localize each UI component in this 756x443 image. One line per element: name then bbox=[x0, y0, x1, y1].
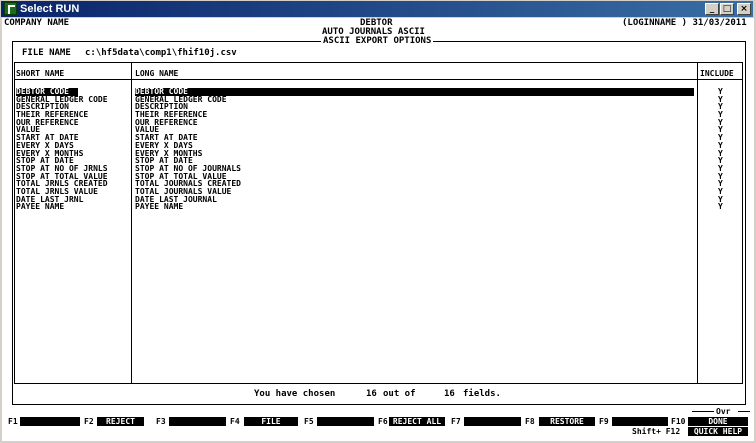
f7-button[interactable] bbox=[464, 417, 521, 426]
shift-f12-key-label: Shift+ F12 bbox=[632, 427, 681, 436]
fields-table bbox=[14, 62, 743, 384]
file-name-value[interactable]: c:\hf5data\comp1\fhif10j.csv bbox=[85, 49, 237, 58]
reject-button[interactable]: REJECT bbox=[97, 417, 144, 426]
total-count: 16 bbox=[444, 389, 455, 399]
summary-mid: out of bbox=[383, 389, 416, 399]
summary-divider bbox=[14, 383, 743, 384]
restore-button[interactable]: RESTORE bbox=[539, 417, 595, 426]
table-row-long[interactable]: PAYEE NAME bbox=[135, 203, 241, 211]
maximize-button[interactable]: □ bbox=[720, 3, 734, 15]
quick-help-button[interactable]: QUICK HELP bbox=[688, 427, 748, 436]
table-row-short[interactable]: PAYEE NAME bbox=[16, 203, 108, 211]
ovr-indicator: Ovr bbox=[716, 407, 731, 416]
ovr-line bbox=[738, 411, 750, 412]
f7-key-label: F7 bbox=[451, 417, 461, 426]
window-title: Select RUN bbox=[20, 3, 80, 15]
short-name-column: DEBTOR CODE GENERAL LEDGER CODE DESCRIPTIO… bbox=[16, 88, 108, 211]
summary-suffix: fields. bbox=[463, 389, 501, 399]
summary-prefix: You have chosen bbox=[254, 389, 336, 399]
f3-button[interactable] bbox=[169, 417, 226, 426]
frame-title: ASCII EXPORT OPTIONS bbox=[321, 36, 434, 46]
reject-all-button[interactable]: REJECT ALL bbox=[389, 417, 445, 426]
column-divider bbox=[697, 62, 698, 384]
minimize-button[interactable]: _ bbox=[705, 3, 719, 15]
column-header-long: LONG NAME bbox=[135, 69, 179, 78]
f5-button[interactable] bbox=[317, 417, 374, 426]
terminal-screen: COMPANY NAME DEBTOR (LOGINNAME ) 31/03/2… bbox=[2, 18, 754, 441]
header-divider bbox=[14, 79, 743, 80]
column-divider bbox=[131, 62, 132, 384]
column-header-include: INCLUDE bbox=[700, 69, 734, 78]
include-column: YYYYYYYYYYYYYYYY bbox=[718, 88, 723, 211]
f4-key-label: F4 bbox=[230, 417, 240, 426]
f3-key-label: F3 bbox=[156, 417, 166, 426]
f9-key-label: F9 bbox=[599, 417, 609, 426]
f1-button[interactable] bbox=[20, 417, 80, 426]
f2-key-label: F2 bbox=[84, 417, 94, 426]
column-header-short: SHORT NAME bbox=[16, 69, 65, 78]
app-icon bbox=[4, 2, 17, 15]
file-name-label: FILE NAME bbox=[22, 48, 71, 58]
close-button[interactable]: × bbox=[737, 3, 751, 15]
title-bar[interactable]: Select RUN _ □ × bbox=[1, 1, 753, 17]
f6-key-label: F6 bbox=[378, 417, 388, 426]
app-window: Select RUN _ □ × COMPANY NAME DEBTOR (LO… bbox=[0, 0, 756, 443]
f8-key-label: F8 bbox=[525, 417, 535, 426]
file-button[interactable]: FILE bbox=[244, 417, 298, 426]
f5-key-label: F5 bbox=[304, 417, 314, 426]
f9-button[interactable] bbox=[612, 417, 668, 426]
f1-key-label: F1 bbox=[8, 417, 18, 426]
table-row-include[interactable]: Y bbox=[718, 203, 723, 211]
f10-key-label: F10 bbox=[671, 417, 686, 426]
done-button[interactable]: DONE bbox=[688, 417, 748, 426]
login-date: (LOGINNAME ) 31/03/2011 bbox=[622, 18, 747, 28]
company-name: COMPANY NAME bbox=[4, 18, 70, 28]
ovr-line bbox=[692, 411, 714, 412]
long-name-column: DEBTOR CODE GENERAL LEDGER CODE DESCRIPTIO… bbox=[135, 88, 241, 211]
chosen-count: 16 bbox=[366, 389, 377, 399]
